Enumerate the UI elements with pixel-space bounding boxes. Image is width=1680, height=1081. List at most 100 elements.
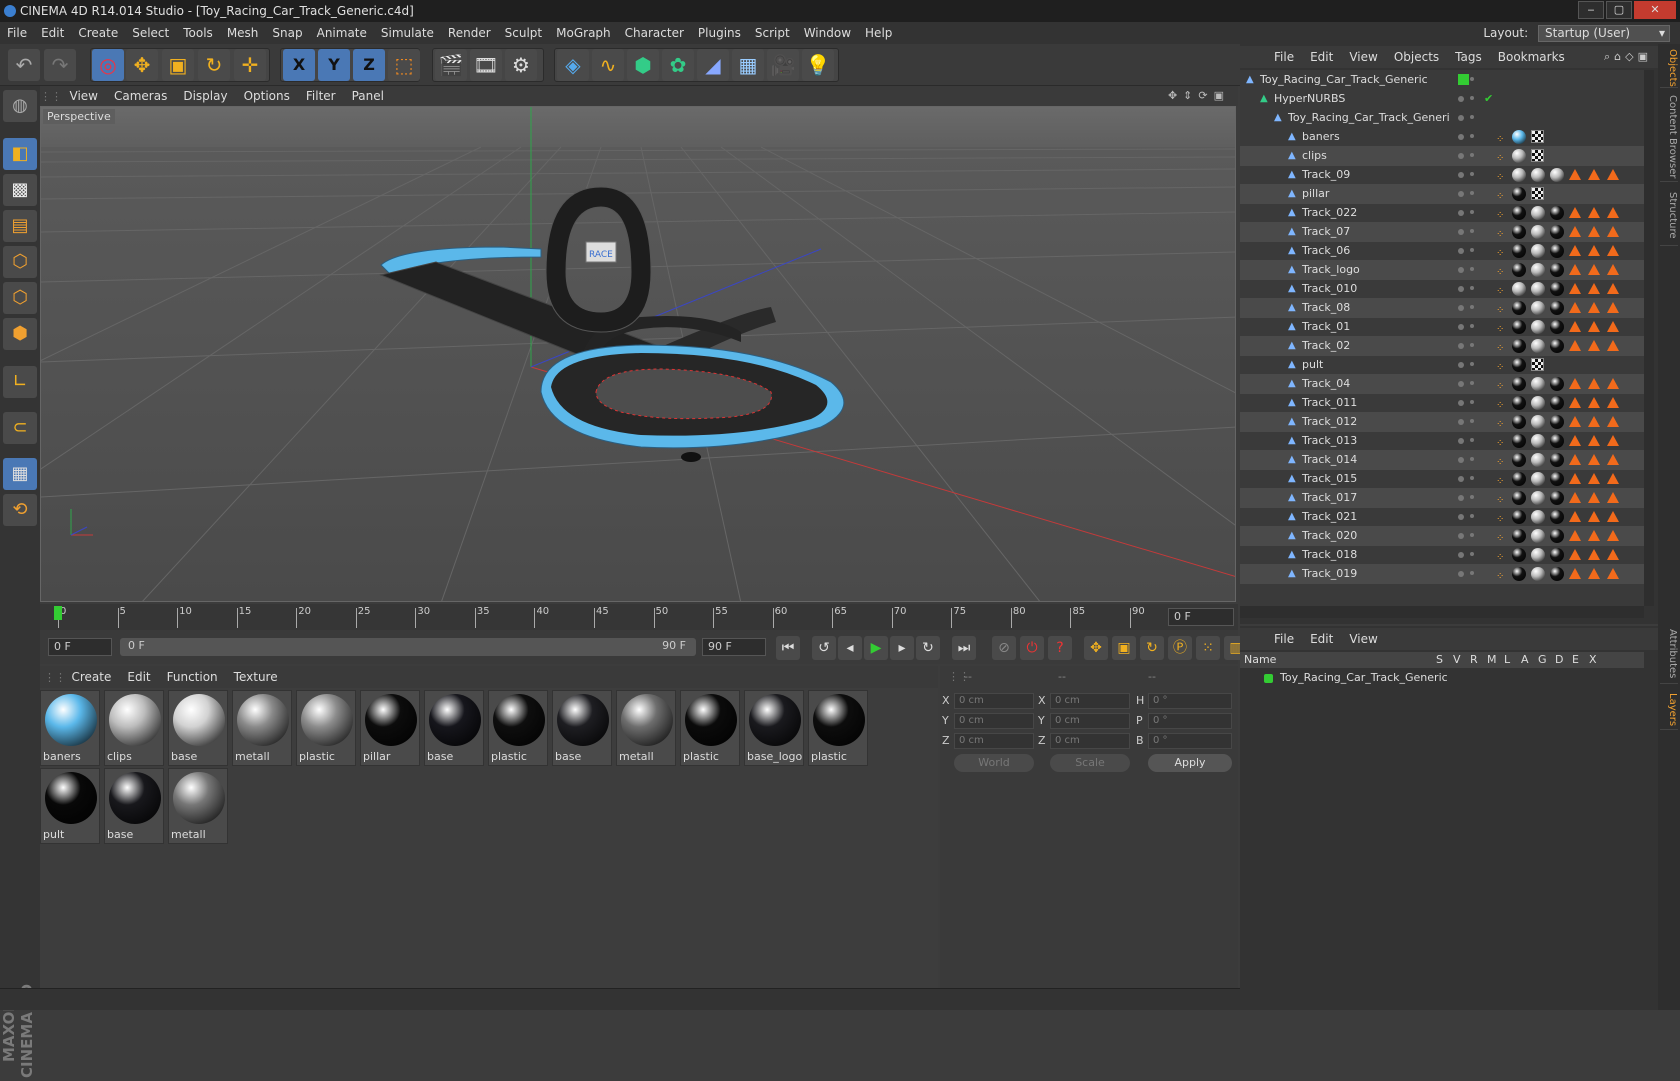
- render-visibility-dot[interactable]: [1470, 476, 1474, 480]
- model-mode-icon[interactable]: ◧: [3, 138, 37, 170]
- material-tag-icon[interactable]: [1550, 548, 1564, 562]
- material-tag-icon[interactable]: [1512, 187, 1526, 201]
- material-tag-icon[interactable]: [1531, 434, 1545, 448]
- axis-mode-icon[interactable]: ∟: [3, 366, 37, 398]
- render-visibility-dot[interactable]: [1470, 248, 1474, 252]
- object-row[interactable]: ▲ Track_017 ⁘: [1240, 488, 1644, 508]
- selection-tag-icon[interactable]: [1588, 283, 1600, 294]
- render-view-icon[interactable]: 🎬: [435, 49, 467, 81]
- auto-key-icon[interactable]: ⏻: [1020, 636, 1044, 660]
- material-tag-icon[interactable]: [1550, 377, 1564, 391]
- selection-tag-icon[interactable]: [1569, 340, 1581, 351]
- edges-mode-icon[interactable]: ⬡: [3, 282, 37, 314]
- object-row[interactable]: ▲ Toy_Racing_Car_Track_Generi: [1240, 108, 1644, 128]
- material-tag-icon[interactable]: [1550, 415, 1564, 429]
- layer-column-header[interactable]: E: [1572, 652, 1579, 668]
- material-tag-icon[interactable]: [1531, 510, 1545, 524]
- menu-tools[interactable]: Tools: [176, 22, 220, 44]
- object-row[interactable]: ▲ pult ⁘: [1240, 355, 1644, 375]
- y-axis-button[interactable]: Y: [318, 49, 350, 81]
- object-row[interactable]: ▲ Track_logo ⁘: [1240, 260, 1644, 280]
- material-tag-icon[interactable]: [1531, 548, 1545, 562]
- object-row[interactable]: ▲ HyperNURBS ✔: [1240, 89, 1644, 109]
- material-swatch[interactable]: metall: [616, 690, 676, 766]
- object-row[interactable]: ▲ Toy_Racing_Car_Track_Generic: [1240, 70, 1644, 90]
- viewport-menu-filter[interactable]: Filter: [298, 86, 344, 106]
- selection-tag-icon[interactable]: [1588, 435, 1600, 446]
- z-axis-button[interactable]: Z: [353, 49, 385, 81]
- key-param-icon[interactable]: Ⓟ: [1168, 636, 1192, 660]
- texture-tag-icon[interactable]: [1531, 358, 1544, 371]
- frame-range-slider[interactable]: 0 F 90 F: [120, 638, 696, 656]
- material-menu-texture[interactable]: Texture: [226, 666, 286, 688]
- object-row[interactable]: ▲ pillar ⁘: [1240, 184, 1644, 204]
- material-tag-icon[interactable]: [1531, 339, 1545, 353]
- render-visibility-dot[interactable]: [1470, 324, 1474, 328]
- material-tag-icon[interactable]: [1550, 529, 1564, 543]
- selection-tag-icon[interactable]: [1588, 321, 1600, 332]
- object-row[interactable]: ▲ baners ⁘: [1240, 127, 1644, 147]
- key-pla-icon[interactable]: ⁙: [1196, 636, 1220, 660]
- menu-plugins[interactable]: Plugins: [691, 22, 748, 44]
- layer-column-header[interactable]: V: [1453, 652, 1461, 668]
- selection-tag-icon[interactable]: [1588, 378, 1600, 389]
- selection-tag-icon[interactable]: [1569, 549, 1581, 560]
- material-swatch[interactable]: baners: [40, 690, 100, 766]
- editor-visibility-dot[interactable]: [1458, 362, 1464, 368]
- selection-tag-icon[interactable]: [1569, 397, 1581, 408]
- selection-tag-icon[interactable]: [1569, 207, 1581, 218]
- selection-tag-icon[interactable]: [1569, 568, 1581, 579]
- material-swatch[interactable]: pult: [40, 768, 100, 844]
- selection-tag-icon[interactable]: [1588, 226, 1600, 237]
- material-menu-edit[interactable]: Edit: [119, 666, 158, 688]
- enabled-check-icon[interactable]: ✔: [1484, 89, 1493, 109]
- material-tag-icon[interactable]: [1512, 358, 1526, 372]
- selection-tag-icon[interactable]: [1588, 454, 1600, 465]
- side-tab[interactable]: Content Browser: [1660, 92, 1678, 182]
- selection-tag-icon[interactable]: [1607, 169, 1619, 180]
- editor-visibility-dot[interactable]: [1458, 267, 1464, 273]
- selection-tag-icon[interactable]: [1588, 169, 1600, 180]
- selection-tag-icon[interactable]: [1569, 302, 1581, 313]
- material-tag-icon[interactable]: [1512, 472, 1526, 486]
- object-row[interactable]: ▲ Track_01 ⁘: [1240, 317, 1644, 337]
- material-tag-icon[interactable]: [1550, 282, 1564, 296]
- layer-row[interactable]: Toy_Racing_Car_Track_Generic: [1240, 668, 1644, 688]
- object-row[interactable]: ▲ Track_012 ⁘: [1240, 412, 1644, 432]
- material-tag-icon[interactable]: [1531, 225, 1545, 239]
- selection-tag-icon[interactable]: [1607, 492, 1619, 503]
- coordinate-system-icon[interactable]: ⬚: [388, 49, 420, 81]
- menu-script[interactable]: Script: [748, 22, 797, 44]
- selection-tag-icon[interactable]: [1569, 245, 1581, 256]
- object-row[interactable]: ▲ Track_08 ⁘: [1240, 298, 1644, 318]
- selection-tag-icon[interactable]: [1607, 378, 1619, 389]
- material-tag-icon[interactable]: [1512, 491, 1526, 505]
- side-tab[interactable]: Objects: [1660, 48, 1678, 88]
- editor-visibility-dot[interactable]: [1458, 438, 1464, 444]
- editor-visibility-dot[interactable]: [1458, 248, 1464, 254]
- selection-tag-icon[interactable]: [1607, 530, 1619, 541]
- material-swatch[interactable]: metall: [168, 768, 228, 844]
- layout-select[interactable]: Startup (User): [1538, 25, 1670, 42]
- material-tag-icon[interactable]: [1550, 434, 1564, 448]
- size-x-field[interactable]: 0 cm: [1050, 693, 1130, 709]
- layer-column-header[interactable]: X: [1589, 652, 1597, 668]
- selection-tag-icon[interactable]: [1607, 549, 1619, 560]
- viewport-perspective[interactable]: RACE Perspective: [40, 106, 1236, 602]
- render-visibility-dot[interactable]: [1470, 514, 1474, 518]
- selection-tag-icon[interactable]: [1607, 302, 1619, 313]
- timeline-ruler[interactable]: 0 5 10 15 20 25 30 35 40 45 50 55 60 65 70 75 80 85 90 0 F: [40, 604, 1238, 630]
- material-tag-icon[interactable]: [1531, 491, 1545, 505]
- selection-tag-icon[interactable]: [1607, 340, 1619, 351]
- material-tag-icon[interactable]: [1550, 396, 1564, 410]
- editor-visibility-dot[interactable]: [1458, 305, 1464, 311]
- side-tab[interactable]: Attributes: [1660, 624, 1678, 684]
- material-tag-icon[interactable]: [1550, 225, 1564, 239]
- selection-tag-icon[interactable]: [1569, 226, 1581, 237]
- selection-tag-icon[interactable]: [1607, 321, 1619, 332]
- menu-character[interactable]: Character: [618, 22, 691, 44]
- selection-tag-icon[interactable]: [1569, 378, 1581, 389]
- material-tag-icon[interactable]: [1512, 149, 1526, 163]
- editor-visibility-dot[interactable]: [1458, 115, 1464, 121]
- viewport-menu-panel[interactable]: Panel: [344, 86, 392, 106]
